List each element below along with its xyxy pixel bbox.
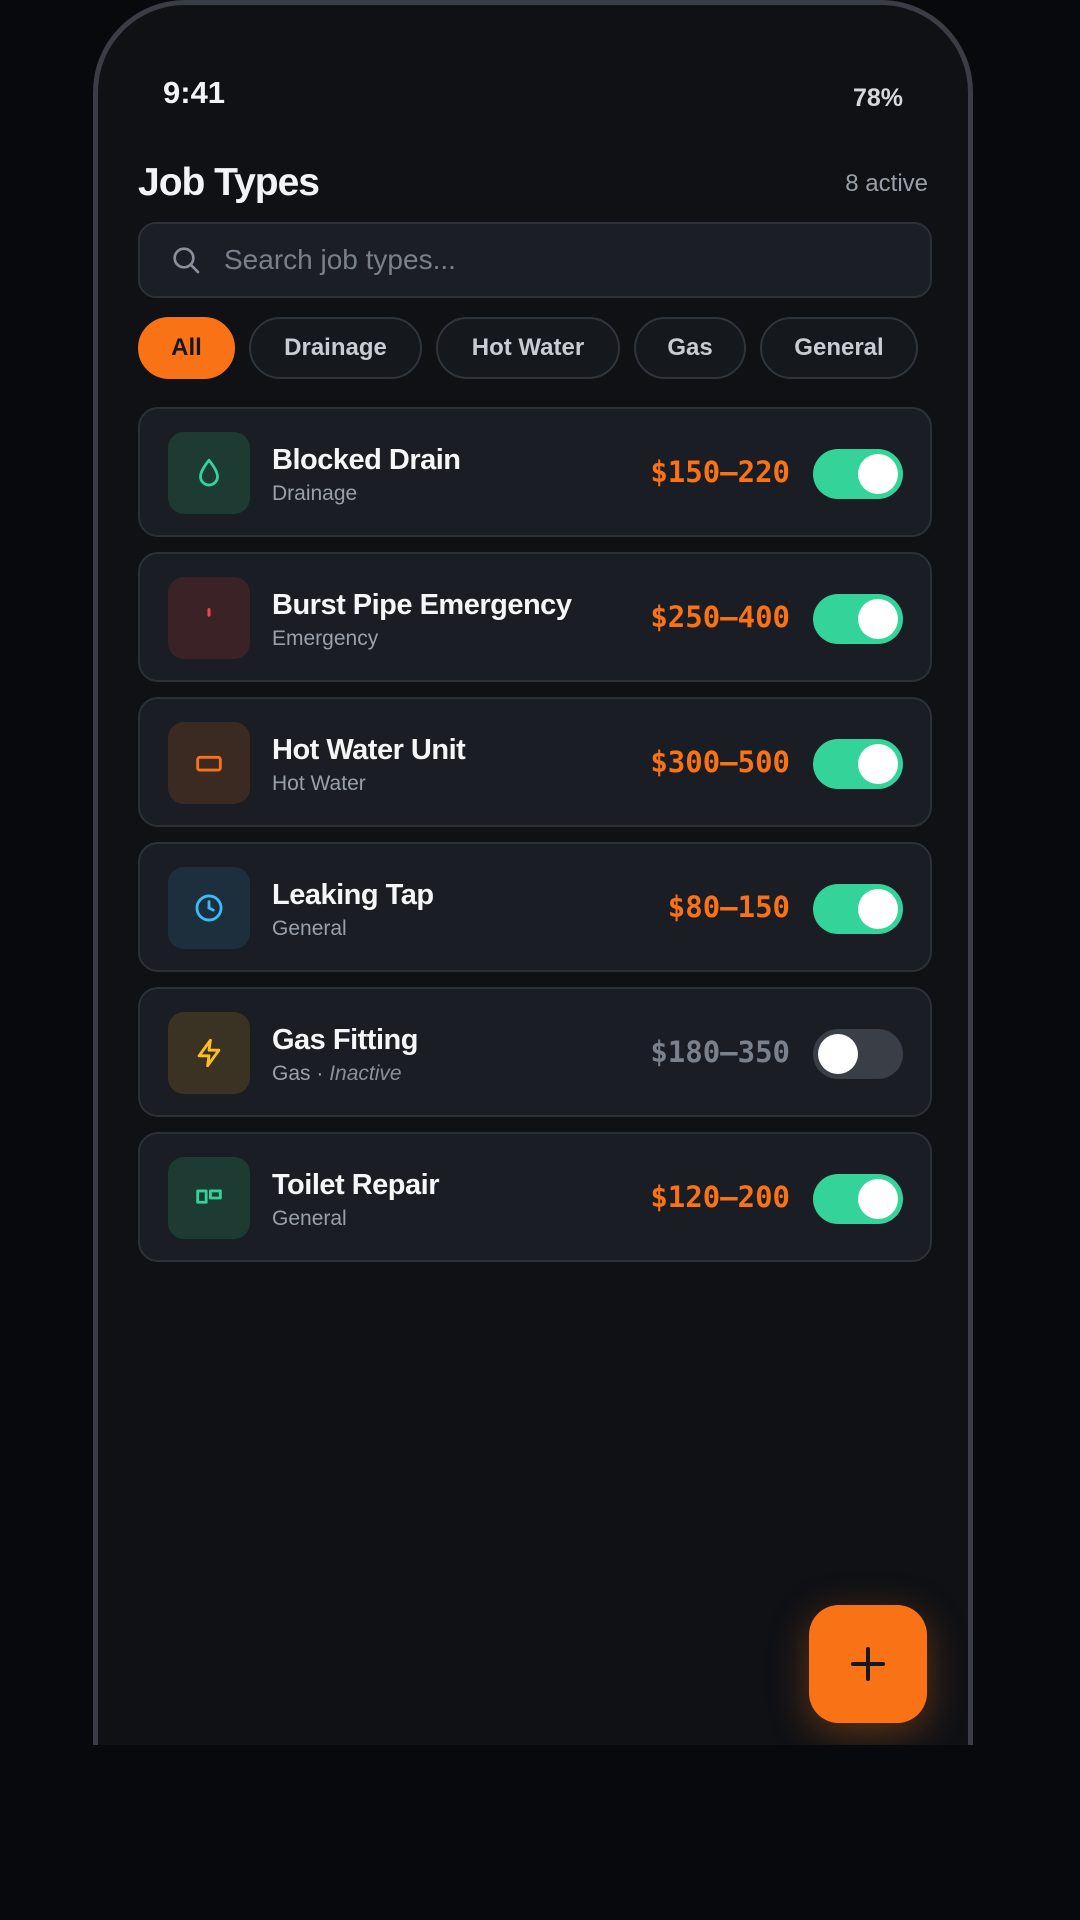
job-category-name: Gas bbox=[272, 1062, 311, 1085]
clock-icon bbox=[195, 894, 223, 922]
add-job-type-button[interactable] bbox=[809, 1605, 927, 1723]
job-name: Hot Water Unit bbox=[272, 734, 466, 766]
toggle-knob bbox=[858, 599, 898, 639]
toggle-knob bbox=[858, 889, 898, 929]
job-icon-tile bbox=[168, 867, 250, 949]
phone-frame: 9:41 78% Job Types 8 active All Drainage… bbox=[93, 0, 973, 1745]
page-title: Job Types bbox=[138, 161, 320, 204]
job-card-blocked-drain[interactable]: Blocked Drain Drainage $150–220 bbox=[138, 407, 932, 537]
filter-chip-label: Hot Water bbox=[471, 334, 585, 361]
job-price: $300–500 bbox=[650, 745, 790, 779]
search-input[interactable] bbox=[224, 244, 864, 276]
filter-chip-label: General bbox=[794, 334, 884, 361]
filter-chip-label: All bbox=[171, 334, 202, 361]
job-card-burst-pipe-emergency[interactable]: Burst Pipe Emergency Emergency $250–400 bbox=[138, 552, 932, 682]
alert-icon bbox=[207, 607, 211, 617]
job-icon-tile bbox=[168, 1012, 250, 1094]
plus-icon bbox=[851, 1647, 885, 1681]
filter-chips: All Drainage Hot Water Gas General bbox=[138, 317, 918, 379]
job-card-gas-fitting[interactable]: Gas Fitting Gas · Inactive $180–350 bbox=[138, 987, 932, 1117]
filter-chip-label: Gas bbox=[667, 334, 713, 361]
job-card-hot-water-unit[interactable]: Hot Water Unit Hot Water $300–500 bbox=[138, 697, 932, 827]
filter-chip-general[interactable]: General bbox=[760, 317, 918, 379]
job-card-leaking-tap[interactable]: Leaking Tap General $80–150 bbox=[138, 842, 932, 972]
bolt-icon bbox=[197, 1038, 221, 1068]
active-count: 8 active bbox=[845, 170, 928, 197]
job-icon-tile bbox=[168, 722, 250, 804]
water-heater-icon bbox=[196, 755, 222, 772]
job-category: General bbox=[272, 917, 347, 940]
job-enabled-toggle[interactable] bbox=[813, 739, 903, 789]
job-name: Burst Pipe Emergency bbox=[272, 589, 572, 621]
job-type-list: Blocked Drain Drainage $150–220 Burst Pi… bbox=[138, 407, 932, 1277]
search-bar[interactable] bbox=[138, 222, 932, 298]
job-card-toilet-repair[interactable]: Toilet Repair General $120–200 bbox=[138, 1132, 932, 1262]
toilet-icon bbox=[196, 1189, 222, 1204]
filter-chip-all[interactable]: All bbox=[138, 317, 235, 379]
job-name: Blocked Drain bbox=[272, 444, 461, 476]
job-price: $150–220 bbox=[650, 455, 790, 489]
job-category: Hot Water bbox=[272, 772, 366, 795]
job-icon-tile bbox=[168, 1157, 250, 1239]
job-name: Toilet Repair bbox=[272, 1169, 440, 1201]
job-enabled-toggle[interactable] bbox=[813, 1029, 903, 1079]
job-price: $180–350 bbox=[650, 1035, 790, 1069]
job-enabled-toggle[interactable] bbox=[813, 884, 903, 934]
filter-chip-drainage[interactable]: Drainage bbox=[249, 317, 422, 379]
toggle-knob bbox=[818, 1034, 858, 1074]
job-category: Gas · Inactive bbox=[272, 1062, 402, 1085]
job-price: $80–150 bbox=[667, 890, 790, 924]
job-category: General bbox=[272, 1207, 347, 1230]
job-price: $120–200 bbox=[650, 1180, 790, 1214]
filter-chip-gas[interactable]: Gas bbox=[634, 317, 746, 379]
job-enabled-toggle[interactable] bbox=[813, 1174, 903, 1224]
job-icon-tile bbox=[168, 577, 250, 659]
status-time: 9:41 bbox=[163, 75, 226, 110]
toggle-knob bbox=[858, 1179, 898, 1219]
job-price: $250–400 bbox=[650, 600, 790, 634]
toggle-knob bbox=[858, 744, 898, 784]
job-name: Leaking Tap bbox=[272, 879, 434, 911]
search-icon bbox=[173, 247, 200, 274]
droplet-icon bbox=[199, 458, 219, 487]
battery-level: 78% bbox=[852, 84, 903, 112]
filter-chip-hot-water[interactable]: Hot Water bbox=[436, 317, 620, 379]
job-category: Drainage bbox=[272, 482, 358, 505]
toggle-knob bbox=[858, 454, 898, 494]
job-icon-tile bbox=[168, 432, 250, 514]
job-category: Emergency bbox=[272, 627, 379, 650]
inactive-label: Inactive bbox=[329, 1062, 402, 1085]
job-name: Gas Fitting bbox=[272, 1024, 418, 1056]
job-enabled-toggle[interactable] bbox=[813, 594, 903, 644]
job-enabled-toggle[interactable] bbox=[813, 449, 903, 499]
filter-chip-label: Drainage bbox=[284, 334, 387, 361]
